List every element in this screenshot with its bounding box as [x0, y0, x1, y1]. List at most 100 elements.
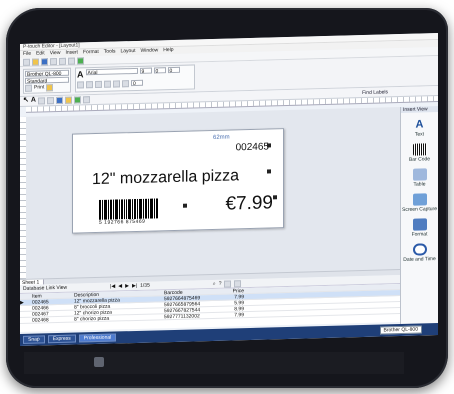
printer-status-select[interactable]: Brother QL-800 — [379, 325, 422, 335]
vertical-ruler — [20, 116, 26, 279]
redo-icon[interactable] — [68, 57, 75, 65]
bold-icon[interactable] — [77, 81, 84, 89]
barcode-icon — [412, 143, 427, 156]
clipart-tool-icon[interactable] — [73, 96, 81, 104]
cell-barcode[interactable]: 5927771132002 — [164, 313, 224, 320]
layout-canvas[interactable]: 62mm 002465 12" mozzarella pizza 5 19276… — [20, 107, 400, 279]
font-group: A Arial 9 0 0 0 — [75, 64, 195, 93]
menu-edit[interactable]: Edit — [36, 50, 45, 57]
table-icon — [412, 168, 427, 181]
insert-barcode-label: Bar Code — [408, 156, 431, 163]
italic-icon[interactable] — [86, 80, 93, 89]
insert-table-label: Table — [413, 181, 426, 188]
print-button[interactable]: Print — [34, 84, 44, 91]
insert-date-time-item[interactable]: Date and Time — [401, 243, 438, 263]
plu-code-text[interactable]: 002465 — [236, 141, 269, 154]
cell-description[interactable]: 8" chorizo pizza — [74, 314, 164, 323]
print-row: Print — [25, 84, 69, 92]
prev-record-icon[interactable]: ◀ — [118, 283, 122, 289]
grid-view-icon[interactable] — [234, 279, 242, 287]
cell-price[interactable]: 5.99 — [224, 300, 244, 306]
rectangle-tool-icon[interactable] — [46, 97, 54, 105]
align-right-icon[interactable] — [122, 79, 129, 88]
insert-side-panel: Insert View A Text Bar Code Table Screen… — [400, 106, 438, 337]
last-record-icon[interactable]: ▶| — [132, 283, 137, 289]
app-window: P-touch Editor - [Layout1] File Edit Vie… — [20, 33, 438, 346]
menu-format[interactable]: Format — [83, 49, 99, 56]
paper-select[interactable]: Standard — [25, 76, 69, 85]
cell-price[interactable]: 7.99 — [224, 312, 244, 318]
label-dimension: 62mm — [213, 134, 230, 141]
selection-handle[interactable] — [273, 195, 277, 200]
line-tool-icon[interactable] — [37, 97, 45, 105]
clock-icon — [412, 243, 427, 256]
record-counter: 1/35 — [140, 282, 150, 289]
font-select[interactable]: Arial — [85, 67, 138, 76]
printer-icon[interactable] — [25, 84, 32, 92]
undo-icon[interactable] — [59, 57, 66, 65]
professional-mode-button[interactable]: Professional — [78, 333, 117, 343]
cell-price[interactable]: 7.99 — [224, 294, 244, 300]
cell-price[interactable]: 8.99 — [224, 306, 244, 312]
barcode-image[interactable] — [99, 198, 159, 220]
cell-item[interactable]: 002468 — [32, 317, 74, 323]
express-mode-button[interactable]: Express — [47, 334, 76, 344]
insert-screen-capture-label: Screen Capture — [401, 206, 438, 213]
selection-handle[interactable] — [267, 169, 271, 174]
barcode-digits: 5 192766 875469 — [99, 218, 146, 226]
font-size-select[interactable]: 9 — [139, 67, 152, 75]
snap-mode-button[interactable]: Snap — [23, 335, 45, 344]
product-name-text[interactable]: 12" mozzarella pizza — [92, 166, 239, 189]
merge-icon[interactable] — [224, 279, 232, 288]
database-panel-label: Database Link View — [23, 284, 68, 292]
underline-icon[interactable] — [95, 80, 102, 88]
menu-help[interactable]: Help — [163, 47, 173, 54]
column-header-price[interactable]: Price — [224, 288, 244, 294]
barcode-tool-icon[interactable] — [55, 96, 63, 105]
insert-barcode-item[interactable]: Bar Code — [401, 143, 438, 163]
align-left-icon[interactable] — [104, 80, 111, 88]
label-sheet[interactable]: 62mm 002465 12" mozzarella pizza 5 19276… — [72, 128, 284, 234]
printer-select[interactable]: Brother QL-800 — [25, 69, 69, 78]
insert-table-item[interactable]: Table — [401, 168, 438, 188]
insert-text-item[interactable]: A Text — [401, 118, 438, 138]
font-a-icon: A — [77, 69, 84, 80]
spacing-field[interactable]: 0 — [153, 67, 166, 74]
start-icon[interactable] — [94, 357, 104, 367]
open-folder-icon[interactable] — [32, 58, 39, 66]
menu-window[interactable]: Window — [141, 47, 159, 54]
new-icon[interactable] — [23, 58, 30, 66]
menu-view[interactable]: View — [50, 50, 61, 57]
line-field[interactable]: 0 — [131, 79, 143, 87]
menu-file[interactable]: File — [23, 51, 31, 58]
price-text[interactable]: €7.99 — [225, 192, 273, 216]
insert-format-item[interactable]: Format — [401, 218, 438, 238]
row-pointer-icon: ▶ — [20, 299, 24, 306]
menu-layout[interactable]: Layout — [120, 48, 135, 55]
next-record-icon[interactable]: ▶ — [125, 283, 129, 289]
printer-group: Brother QL-800 Standard Print — [23, 67, 71, 94]
insert-date-time-label: Date and Time — [403, 256, 436, 263]
format-icon — [412, 218, 427, 231]
text-tool-icon[interactable]: A — [31, 97, 36, 106]
os-taskbar — [24, 352, 404, 374]
help-icon[interactable]: ? — [219, 281, 222, 287]
save-icon[interactable] — [41, 57, 48, 65]
search-icon[interactable]: ⌕ — [213, 281, 216, 287]
table-tool-icon[interactable] — [82, 96, 90, 104]
settings-icon[interactable] — [46, 84, 54, 92]
selection-handle[interactable] — [183, 203, 187, 208]
select-arrow-icon[interactable]: ↖ — [23, 97, 29, 106]
insert-screen-capture-item[interactable]: Screen Capture — [401, 193, 438, 213]
first-record-icon[interactable]: |◀ — [110, 284, 115, 290]
selection-handle[interactable] — [267, 143, 271, 148]
pitch-field[interactable]: 0 — [167, 66, 180, 74]
print-icon[interactable] — [50, 57, 57, 65]
insert-format-label: Format — [411, 231, 428, 238]
menu-insert[interactable]: Insert — [65, 49, 78, 56]
find-labels-button[interactable]: Find Labels — [362, 89, 388, 96]
zoom-icon[interactable] — [77, 56, 84, 65]
image-tool-icon[interactable] — [64, 96, 72, 104]
menu-tools[interactable]: Tools — [104, 48, 116, 55]
align-center-icon[interactable] — [113, 80, 120, 88]
